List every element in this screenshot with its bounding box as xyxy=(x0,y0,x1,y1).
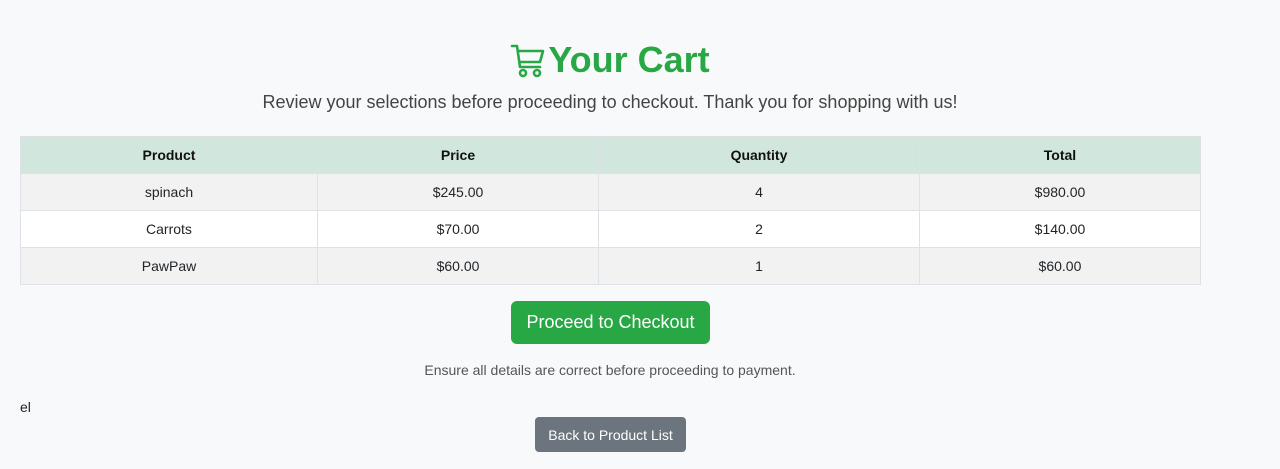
cell-price: $60.00 xyxy=(316,247,600,285)
column-header-quantity: Quantity xyxy=(598,136,920,174)
cell-quantity: 4 xyxy=(598,173,920,211)
column-header-product: Product xyxy=(20,136,318,174)
table-row: Carrots $70.00 2 $140.00 xyxy=(20,210,1202,248)
column-header-total: Total xyxy=(918,136,1202,174)
page-title: Your Cart xyxy=(548,39,710,80)
cart-table: Product Price Quantity Total spinach $24… xyxy=(20,136,1202,285)
cell-total: $140.00 xyxy=(918,210,1202,248)
proceed-to-checkout-button[interactable]: Proceed to Checkout xyxy=(511,301,710,344)
cell-total: $980.00 xyxy=(918,173,1202,211)
column-header-price: Price xyxy=(316,136,600,174)
table-row: spinach $245.00 4 $980.00 xyxy=(20,173,1202,211)
cell-product: spinach xyxy=(20,173,318,211)
title-row: Your Cart xyxy=(0,38,1220,82)
cell-quantity: 1 xyxy=(598,247,920,285)
cell-quantity: 2 xyxy=(598,210,920,248)
cell-price: $245.00 xyxy=(316,173,600,211)
table-header-row: Product Price Quantity Total xyxy=(20,136,1202,174)
back-to-product-list-button[interactable]: Back to Product List xyxy=(535,417,686,452)
cell-price: $70.00 xyxy=(316,210,600,248)
cell-product: Carrots xyxy=(20,210,318,248)
cell-total: $60.00 xyxy=(918,247,1202,285)
checkout-note: Ensure all details are correct before pr… xyxy=(424,362,796,378)
cart-icon xyxy=(510,41,546,79)
cell-product: PawPaw xyxy=(20,247,318,285)
cart-page: Your Cart Review your selections before … xyxy=(0,0,1280,469)
stray-text: el xyxy=(20,399,31,415)
table-row: PawPaw $60.00 1 $60.00 xyxy=(20,247,1202,285)
page-subtitle: Review your selections before proceeding… xyxy=(262,92,958,112)
